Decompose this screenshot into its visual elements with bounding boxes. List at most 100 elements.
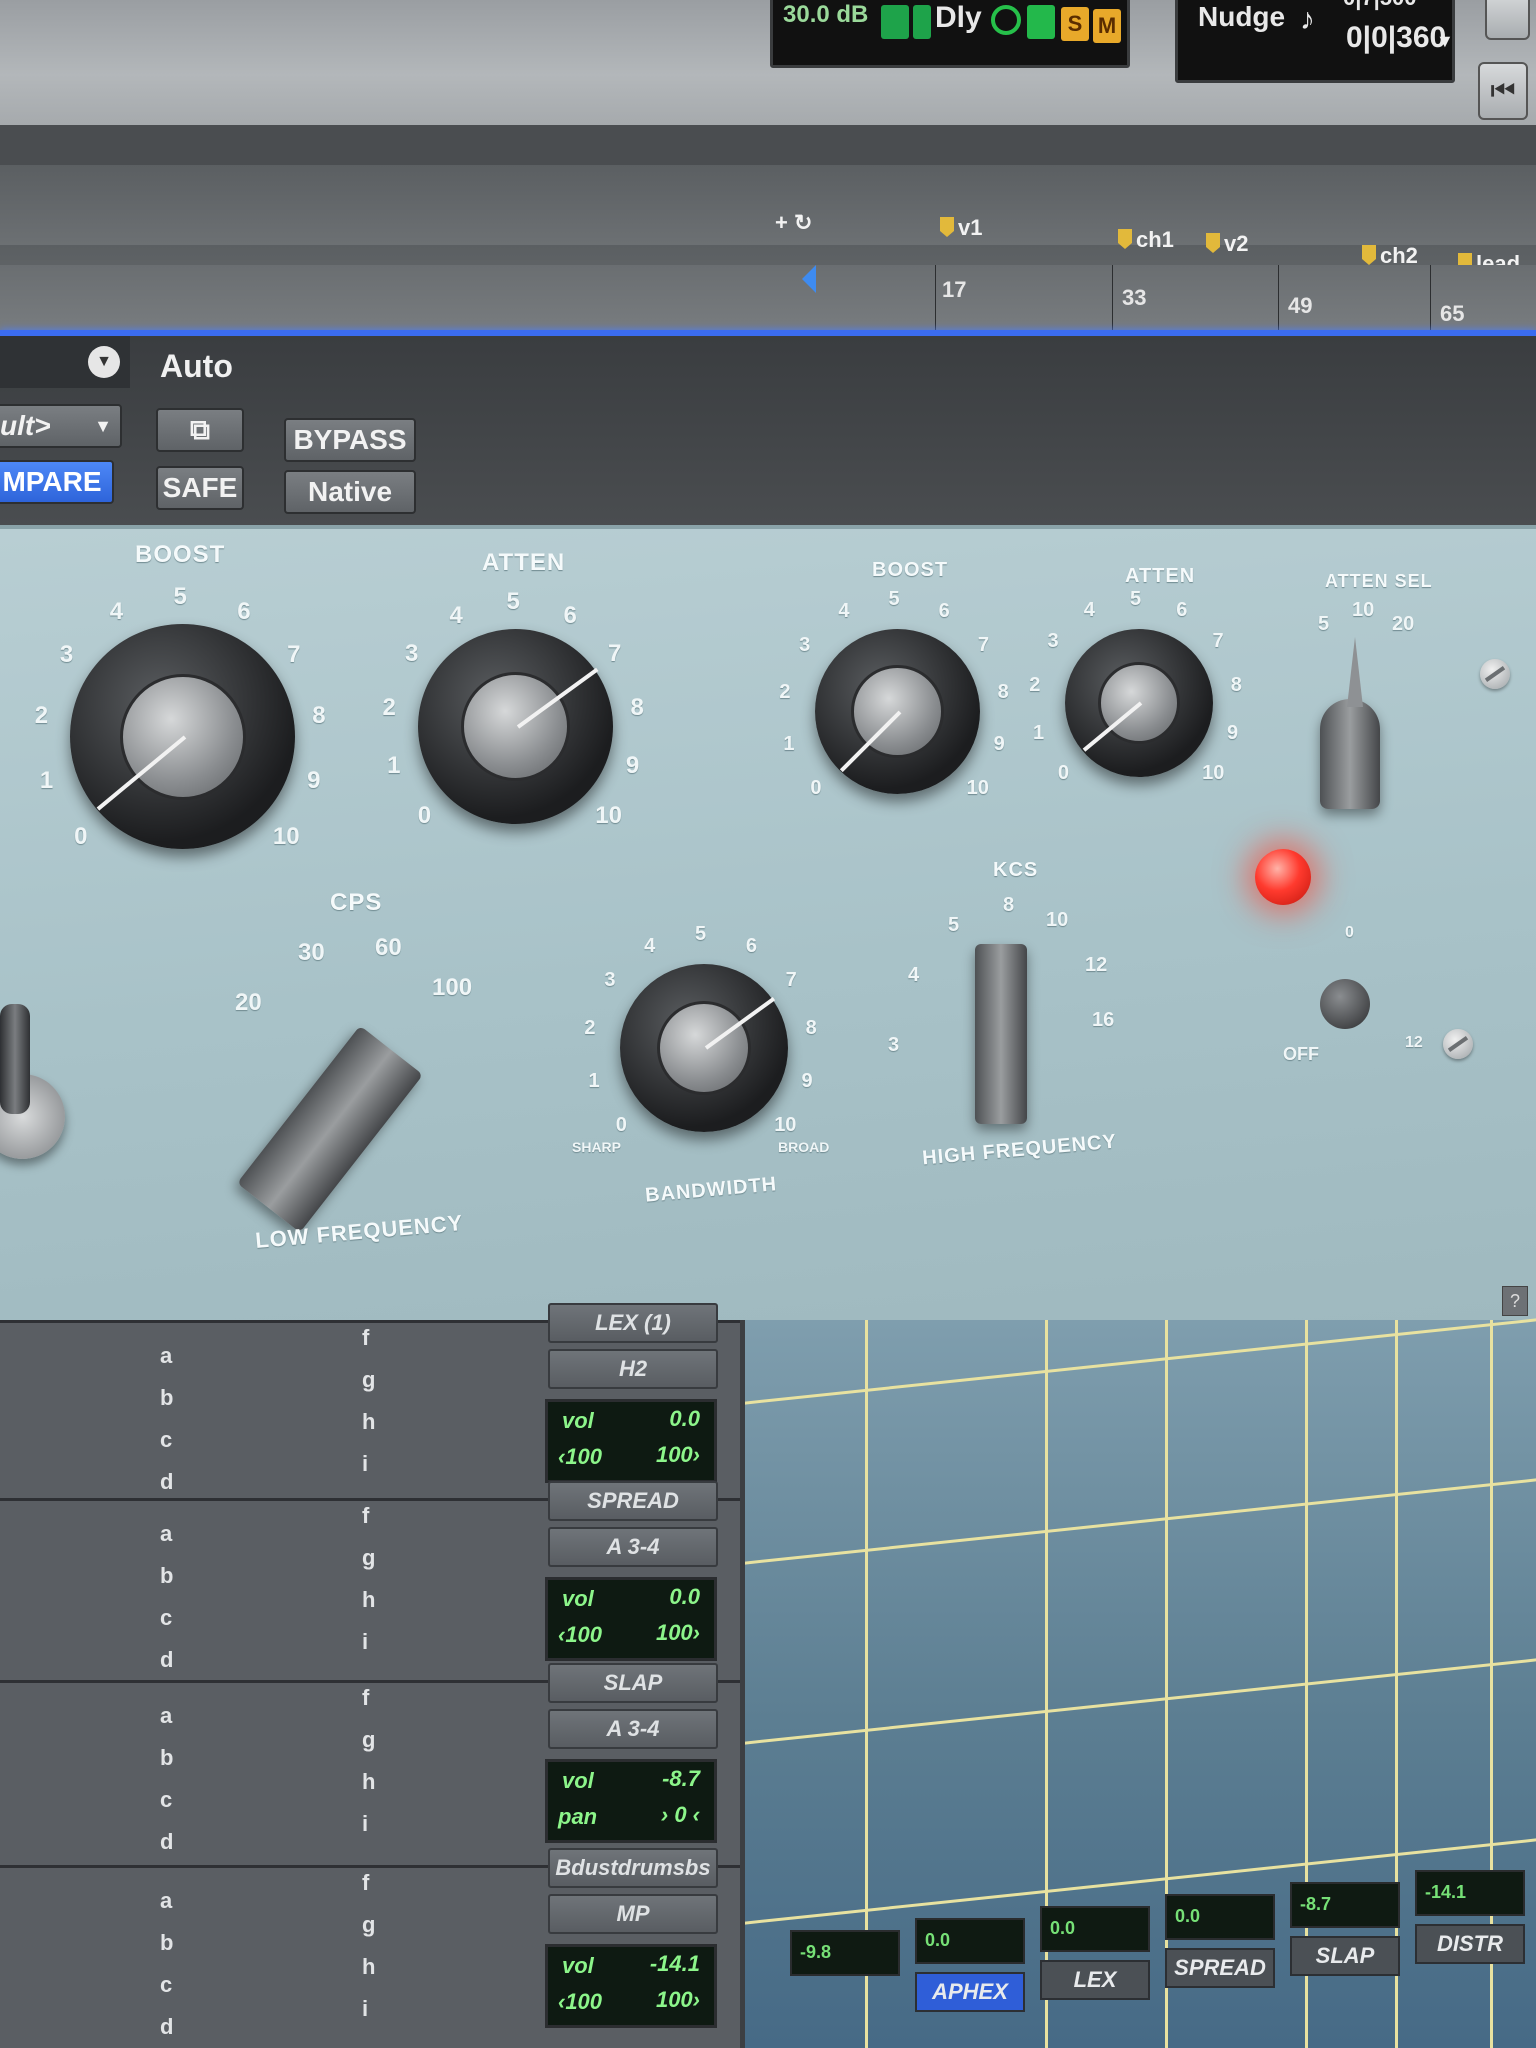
- mixer-channel-name[interactable]: DISTR: [1415, 1924, 1525, 1964]
- track-row[interactable]: a b c d f g h i SLAP A 3-4 vol -8.7 pan › 0 ‹: [0, 1663, 740, 1863]
- insert-slot-label[interactable]: h: [362, 1587, 375, 1613]
- low-boost-knob[interactable]: [70, 624, 295, 849]
- solo-button[interactable]: S: [1061, 7, 1089, 41]
- compare-button[interactable]: MPARE: [0, 460, 114, 504]
- dly-toggle-icon[interactable]: [913, 5, 931, 39]
- insert-slot-label[interactable]: h: [362, 1769, 375, 1795]
- preset-dropdown[interactable]: ult> ▼: [0, 404, 122, 448]
- knob-scale-number: 10: [966, 776, 989, 799]
- insert-slot-label[interactable]: h: [362, 1409, 375, 1435]
- insert-slot-label[interactable]: f: [362, 1870, 369, 1896]
- send-slot-label[interactable]: b: [160, 1930, 173, 1956]
- track-row[interactable]: a b c d f g h i SPREAD A 3-4 vol 0.0 ‹100 100›: [0, 1481, 740, 1681]
- high-boost-knob[interactable]: [815, 629, 980, 794]
- send-slot-label[interactable]: c: [160, 1787, 172, 1813]
- insert-slot-label[interactable]: g: [362, 1545, 375, 1571]
- marker-v2[interactable]: v2: [1206, 231, 1248, 257]
- mixer-fader-readout[interactable]: -8.7: [1290, 1882, 1400, 1928]
- safe-button[interactable]: SAFE: [156, 466, 244, 510]
- nudge-dropdown-icon[interactable]: ▼: [1436, 31, 1454, 52]
- native-button[interactable]: Native: [284, 470, 416, 514]
- high-atten-knob[interactable]: [1065, 629, 1213, 777]
- mixer-fader-readout[interactable]: -9.8: [790, 1930, 900, 1976]
- marker-v1[interactable]: v1: [940, 215, 982, 241]
- bypass-button[interactable]: BYPASS: [284, 418, 416, 462]
- send-slot-label[interactable]: c: [160, 1427, 172, 1453]
- insert-slot-label[interactable]: f: [362, 1503, 369, 1529]
- high-frequency-selector[interactable]: [975, 944, 1027, 1124]
- send-assignment-button[interactable]: A 3-4: [548, 1709, 718, 1749]
- send-slot-label[interactable]: c: [160, 1972, 172, 1998]
- power-switch[interactable]: [1320, 979, 1370, 1029]
- return-to-start-button[interactable]: ⏮: [1478, 62, 1528, 120]
- insert-slot-label[interactable]: h: [362, 1954, 375, 1980]
- send-slot-label[interactable]: d: [160, 2014, 173, 2040]
- send-slot-label[interactable]: d: [160, 1647, 173, 1673]
- send-slot-label[interactable]: d: [160, 1829, 173, 1855]
- low-atten-knob[interactable]: [418, 629, 613, 824]
- send-slot-label[interactable]: b: [160, 1563, 173, 1589]
- insert-slot-label[interactable]: f: [362, 1685, 369, 1711]
- send-level-display[interactable]: vol 0.0 ‹100 100›: [545, 1577, 717, 1661]
- marker-flag-icon: [1206, 233, 1220, 253]
- marker-ch1[interactable]: ch1: [1118, 227, 1174, 253]
- bandwidth-knob[interactable]: [620, 964, 788, 1132]
- add-marker-icon[interactable]: + ↻: [775, 210, 812, 236]
- insert-slot-label[interactable]: i: [362, 1811, 368, 1837]
- dly-label[interactable]: Dly: [935, 1, 982, 35]
- knob-scale-number: 1: [783, 732, 795, 755]
- mixer-fader-readout[interactable]: 0.0: [1040, 1906, 1150, 1952]
- auto-enable-icon[interactable]: ⧉: [156, 408, 244, 452]
- send-assignment-button[interactable]: LEX (1): [548, 1303, 718, 1343]
- send-slot-label[interactable]: a: [160, 1521, 172, 1547]
- insert-slot-label[interactable]: g: [362, 1367, 375, 1393]
- send-slot-label[interactable]: a: [160, 1888, 172, 1914]
- send-level-display[interactable]: vol -14.1 ‹100 100›: [545, 1944, 717, 2028]
- insert-slot-label[interactable]: g: [362, 1727, 375, 1753]
- transport-button[interactable]: [1485, 0, 1530, 40]
- chevron-down-icon[interactable]: ▼: [88, 346, 120, 378]
- send-slot-label[interactable]: a: [160, 1703, 172, 1729]
- mixer-channel-name[interactable]: SPREAD: [1165, 1948, 1275, 1988]
- insert-slot-label[interactable]: f: [362, 1325, 369, 1351]
- insert-slot-label[interactable]: g: [362, 1912, 375, 1938]
- phase-icon[interactable]: [991, 5, 1021, 35]
- send-slot-label[interactable]: b: [160, 1385, 173, 1411]
- low-frequency-selector[interactable]: [236, 1025, 424, 1233]
- send-slot-label[interactable]: d: [160, 1469, 173, 1495]
- send-assignment-button[interactable]: SPREAD: [548, 1481, 718, 1521]
- mixer-fader-readout[interactable]: 0.0: [1165, 1894, 1275, 1940]
- in-toggle-lever[interactable]: [0, 1004, 30, 1114]
- playhead-icon[interactable]: [802, 265, 816, 293]
- track-row[interactable]: a b c d f g h i LEX (1) H2 vol 0.0 ‹100 100›: [0, 1303, 740, 1503]
- send-level-display[interactable]: vol -8.7 pan › 0 ‹: [545, 1759, 717, 1843]
- send-assignment-button[interactable]: SLAP: [548, 1663, 718, 1703]
- send-slot-label[interactable]: b: [160, 1745, 173, 1771]
- mute-button[interactable]: M: [1093, 9, 1121, 43]
- send-vol-value: 0.0: [669, 1584, 700, 1609]
- mixer-fader-readout[interactable]: -14.1: [1415, 1870, 1525, 1916]
- bars-ruler[interactable]: 17 33 49 65: [0, 265, 1536, 340]
- insert-slot-label[interactable]: i: [362, 1451, 368, 1477]
- nudge-value[interactable]: 0|0|360: [1346, 21, 1446, 55]
- track-row[interactable]: a b c d f g h i Bdustdrumsbs MP vol -14.1 ‹100 100›: [0, 1848, 740, 2048]
- send-level-display[interactable]: vol 0.0 ‹100 100›: [545, 1399, 717, 1483]
- send-slot-label[interactable]: c: [160, 1605, 172, 1631]
- send-assignment-button[interactable]: Bdustdrumsbs: [548, 1848, 718, 1888]
- help-icon[interactable]: ?: [1502, 1286, 1528, 1316]
- mixer-channel-name[interactable]: APHEX: [915, 1972, 1025, 2012]
- freeze-icon[interactable]: [1027, 5, 1055, 39]
- mixer-channel-name[interactable]: SLAP: [1290, 1936, 1400, 1976]
- send-slot-label[interactable]: a: [160, 1343, 172, 1369]
- send-assignment-button[interactable]: MP: [548, 1894, 718, 1934]
- send-vol-label: vol: [562, 1953, 594, 1978]
- mixer-fader-readout[interactable]: 0.0: [915, 1918, 1025, 1964]
- markers-ruler[interactable]: + ↻ v1 ch1 v2 ch2 lead: [0, 165, 1536, 276]
- insert-slot-label[interactable]: i: [362, 1629, 368, 1655]
- send-assignment-button[interactable]: H2: [548, 1349, 718, 1389]
- send-assignment-button[interactable]: A 3-4: [548, 1527, 718, 1567]
- insert-slot-label[interactable]: i: [362, 1996, 368, 2022]
- atten-sel-switch[interactable]: [1320, 699, 1380, 809]
- mixer-channel-name[interactable]: LEX: [1040, 1960, 1150, 2000]
- grid-icon[interactable]: [881, 5, 909, 39]
